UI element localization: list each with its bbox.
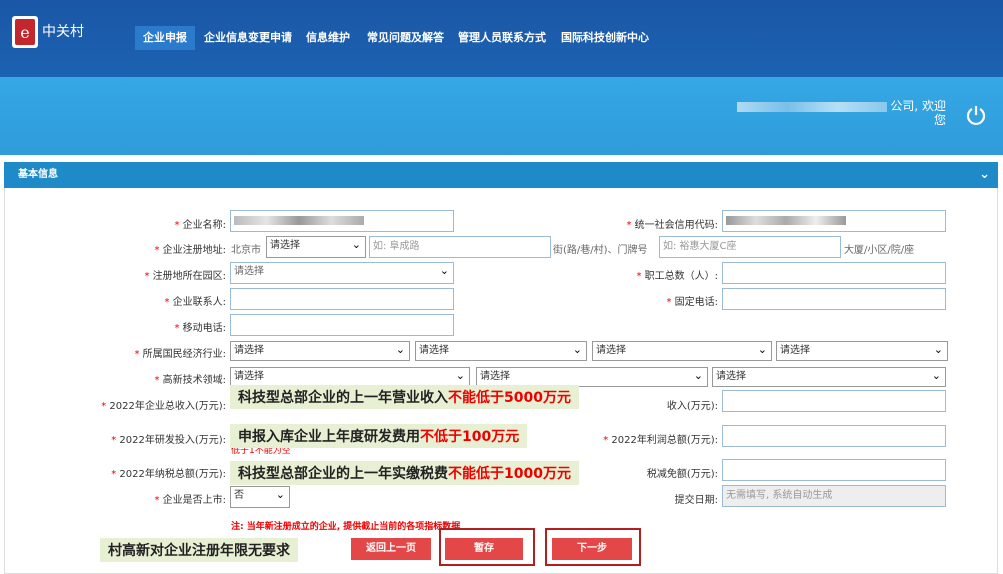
submit-date-input: 无需填写, 系统自动生成 [722, 485, 946, 507]
contact-input[interactable] [230, 288, 454, 310]
tax-relief-input[interactable] [722, 459, 946, 481]
footer-note: 注: 当年新注册成立的企业, 提供截止当前的各项指标数据 [231, 522, 461, 532]
industry-label: * 所属国民经济行业: [134, 349, 226, 360]
svg-text:e: e [20, 23, 29, 42]
phone-input[interactable] [722, 288, 946, 310]
tech-select-1[interactable]: 请选择 ⌄ [230, 367, 470, 387]
credit-code-input[interactable] [722, 210, 946, 232]
park-select[interactable]: 请选择 ⌄ [230, 262, 454, 284]
listed-label: * 企业是否上市: [154, 495, 226, 506]
tax-right-label: 税减免额(万元): [646, 469, 718, 480]
credit-code-label: * 统一社会信用代码: [626, 220, 718, 231]
address-building-suffix: 大厦/小区/院/座 [844, 245, 915, 256]
profit-label: * 2022年利润总额(万元): [603, 435, 718, 446]
industry-select-1[interactable]: 请选择 ⌄ [230, 341, 410, 361]
tax-label: * 2022年纳税总额(万元): [111, 469, 226, 480]
nav-info-change[interactable]: 企业信息变更申请 [196, 26, 300, 50]
rd-label: * 2022年研发投入(万元): [111, 435, 226, 446]
address-road-input[interactable]: 如: 阜成路 [369, 236, 551, 258]
logo-text: 中关村 [42, 24, 84, 40]
chevron-down-icon[interactable]: ⌄ [979, 162, 990, 188]
next-button[interactable]: 下一步 [552, 538, 632, 560]
annotation-years: 村高新对企业注册年限无要求 [100, 538, 298, 562]
nav-faq[interactable]: 常见问题及解答 [359, 26, 452, 50]
nav-innovation[interactable]: 国际科技创新中心 [553, 26, 657, 50]
mobile-label: * 移动电话: [174, 323, 226, 334]
park-label: * 注册地所在园区: [144, 271, 226, 282]
income-label: * 2022年企业总收入(万元): [101, 401, 226, 412]
tech-select-3[interactable]: 请选择 ⌄ [712, 367, 946, 387]
company-name-label: * 企业名称: [174, 220, 226, 231]
phone-label: * 固定电话: [666, 297, 718, 308]
address-district-select[interactable]: 请选择 ⌄ [266, 236, 366, 258]
address-label: * 企业注册地址: [154, 245, 226, 256]
address-city: 北京市 [231, 245, 261, 256]
industry-select-3[interactable]: 请选择 ⌄ [592, 341, 772, 361]
industry-select-4[interactable]: 请选择 ⌄ [776, 341, 948, 361]
welcome-text: 公司, 欢迎 您 [706, 99, 946, 127]
submit-date-label: 提交日期: [674, 495, 718, 506]
tech-select-2[interactable]: 请选择 ⌄ [476, 367, 708, 387]
profit-input[interactable] [722, 425, 946, 447]
employees-input[interactable] [722, 262, 946, 284]
listed-select[interactable]: 否 ⌄ [230, 486, 290, 508]
address-building-input[interactable]: 如: 裕惠大厦C座 [659, 236, 841, 258]
address-road-suffix: 街(路/巷/村)、门牌号 [553, 245, 648, 256]
employees-label: * 职工总数（人）: [636, 271, 718, 282]
section-header[interactable]: 基本信息 ⌄ [4, 162, 998, 188]
nav-contact[interactable]: 管理人员联系方式 [450, 26, 554, 50]
income-right-label: 收入(万元): [666, 401, 718, 412]
annotation-tax: 科技型总部企业的上一年实缴税费不能低于1000万元 [230, 461, 579, 485]
mobile-input[interactable] [230, 314, 454, 336]
annotation-rd: 申报入库企业上年度研发费用不低于100万元 [230, 424, 528, 448]
industry-select-2[interactable]: 请选择 ⌄ [415, 341, 587, 361]
nav-company-apply[interactable]: 企业申报 [135, 26, 195, 50]
income-right-input[interactable] [722, 390, 946, 412]
save-button[interactable]: 暂存 [445, 538, 523, 560]
top-header: e 中关村 企业申报 企业信息变更申请 信息维护 常见问题及解答 管理人员联系方… [0, 0, 1003, 77]
contact-label: * 企业联系人: [164, 297, 226, 308]
power-icon[interactable] [965, 104, 987, 126]
tech-label: * 高新技术领域: [154, 375, 226, 386]
company-name-input[interactable] [230, 210, 454, 232]
user-banner: 公司, 欢迎 您 [0, 77, 1003, 155]
section-title: 基本信息 [18, 169, 58, 180]
back-button[interactable]: 返回上一页 [351, 538, 431, 560]
logo: e 中关村 [12, 16, 84, 48]
nav-info-maintain[interactable]: 信息维护 [298, 26, 358, 50]
annotation-revenue: 科技型总部企业的上一年营业收入不能低于5000万元 [230, 385, 579, 409]
